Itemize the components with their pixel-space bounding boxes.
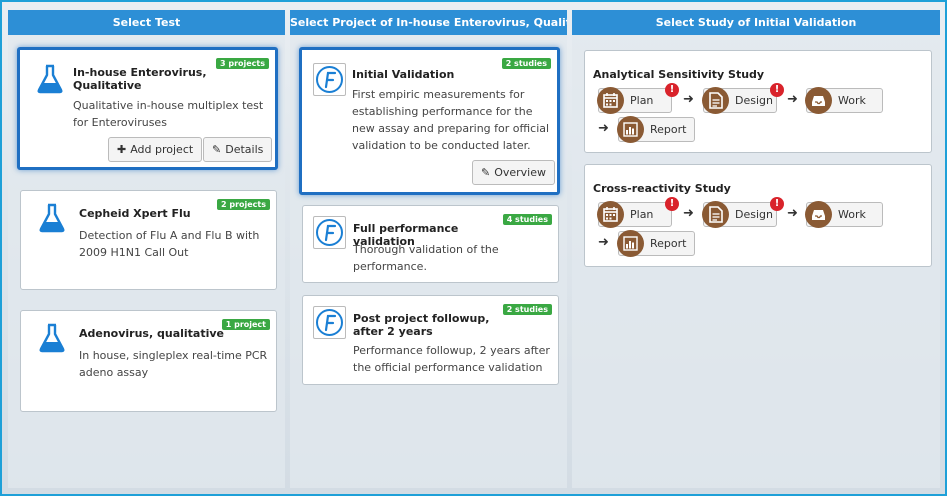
project-card-post-followup[interactable]: 2 studies Post project followup, after 2… xyxy=(302,295,559,385)
test-description: In house, singleplex real-time PCR adeno… xyxy=(79,349,268,379)
design-step-button[interactable]: Design xyxy=(702,87,777,114)
project-description: First empiric measurements for establish… xyxy=(352,88,550,152)
details-button[interactable]: ✎ Details xyxy=(203,137,273,162)
projects-column-header: Select Project of In-house Enterovirus, … xyxy=(290,10,567,35)
f-logo-icon xyxy=(313,216,346,249)
project-card-initial-validation[interactable]: 2 studies Initial Validation First empir… xyxy=(299,47,560,195)
work-step-button[interactable]: Work xyxy=(805,87,883,114)
test-card-adenovirus[interactable]: 1 project Adenovirus, qualitative In hou… xyxy=(20,310,277,412)
test-card-enterovirus[interactable]: 3 projects In-house Enterovirus, Qualita… xyxy=(17,47,278,170)
projects-badge: 3 projects xyxy=(215,58,269,69)
arrow-right-icon: ➜ xyxy=(598,235,609,250)
design-step-button[interactable]: Design xyxy=(702,201,777,228)
plus-icon: ✚ xyxy=(117,143,127,156)
calendar-icon xyxy=(597,87,624,114)
test-description: Qualitative in-house multiplex test for … xyxy=(73,99,264,129)
inbox-icon xyxy=(805,87,832,114)
overview-button[interactable]: ✎ Overview xyxy=(472,160,556,185)
f-logo-icon xyxy=(313,306,346,339)
inbox-icon xyxy=(805,201,832,228)
studies-column: Select Study of Initial Validation Analy… xyxy=(572,10,940,488)
project-title: Initial Validation xyxy=(352,68,455,81)
document-icon xyxy=(702,87,729,114)
exclamation-icon: ! xyxy=(770,197,784,211)
studies-badge: 2 studies xyxy=(501,58,551,69)
bar-chart-icon xyxy=(617,230,644,257)
exclamation-icon: ! xyxy=(665,83,679,97)
arrow-right-icon: ➜ xyxy=(683,92,694,107)
project-card-full-performance[interactable]: 4 studies Full performance validation Th… xyxy=(302,205,559,283)
study-title: Analytical Sensitivity Study xyxy=(593,68,765,81)
flask-icon xyxy=(39,323,65,353)
plan-step-button[interactable]: Plan xyxy=(597,87,672,114)
edit-icon: ✎ xyxy=(212,143,222,156)
project-title: Post project followup, after 2 years xyxy=(353,312,490,338)
arrow-right-icon: ➜ xyxy=(683,206,694,221)
studies-badge: 2 studies xyxy=(502,304,552,315)
flask-icon xyxy=(39,203,65,233)
test-title: Adenovirus, qualitative xyxy=(79,327,224,340)
document-icon xyxy=(702,201,729,228)
project-description: Thorough validation of the performance. xyxy=(353,243,499,273)
arrow-right-icon: ➜ xyxy=(598,121,609,136)
arrow-right-icon: ➜ xyxy=(787,92,798,107)
study-card-cross-reactivity[interactable]: Cross-reactivity Study Plan ! ➜ Design !… xyxy=(584,164,932,267)
work-step-button[interactable]: Work xyxy=(805,201,883,228)
exclamation-icon: ! xyxy=(770,83,784,97)
arrow-right-icon: ➜ xyxy=(787,206,798,221)
tests-column-header: Select Test xyxy=(8,10,285,35)
test-description: Detection of Flu A and Flu B with 2009 H… xyxy=(79,229,260,259)
projects-column: Select Project of In-house Enterovirus, … xyxy=(290,10,567,488)
tests-column: Select Test 3 projects In-house Enterovi… xyxy=(8,10,285,488)
add-project-button[interactable]: ✚ Add project xyxy=(108,137,203,162)
f-logo-icon xyxy=(313,63,346,96)
report-step-button[interactable]: Report xyxy=(617,116,695,143)
calendar-icon xyxy=(597,201,624,228)
study-title: Cross-reactivity Study xyxy=(593,182,731,195)
exclamation-icon: ! xyxy=(665,197,679,211)
flask-icon xyxy=(37,64,63,94)
edit-icon: ✎ xyxy=(481,166,491,179)
plan-step-button[interactable]: Plan xyxy=(597,201,672,228)
test-card-xpert-flu[interactable]: 2 projects Cepheid Xpert Flu Detection o… xyxy=(20,190,277,290)
studies-badge: 4 studies xyxy=(502,214,552,225)
app-frame: Select Test 3 projects In-house Enterovi… xyxy=(0,0,947,496)
test-title: In-house Enterovirus, Qualitative xyxy=(73,66,207,92)
studies-column-header: Select Study of Initial Validation xyxy=(572,10,940,35)
test-title: Cepheid Xpert Flu xyxy=(79,207,191,220)
bar-chart-icon xyxy=(617,116,644,143)
project-description: Performance followup, 2 years after the … xyxy=(353,344,550,374)
study-card-analytical-sensitivity[interactable]: Analytical Sensitivity Study Plan ! ➜ De… xyxy=(584,50,932,153)
report-step-button[interactable]: Report xyxy=(617,230,695,257)
